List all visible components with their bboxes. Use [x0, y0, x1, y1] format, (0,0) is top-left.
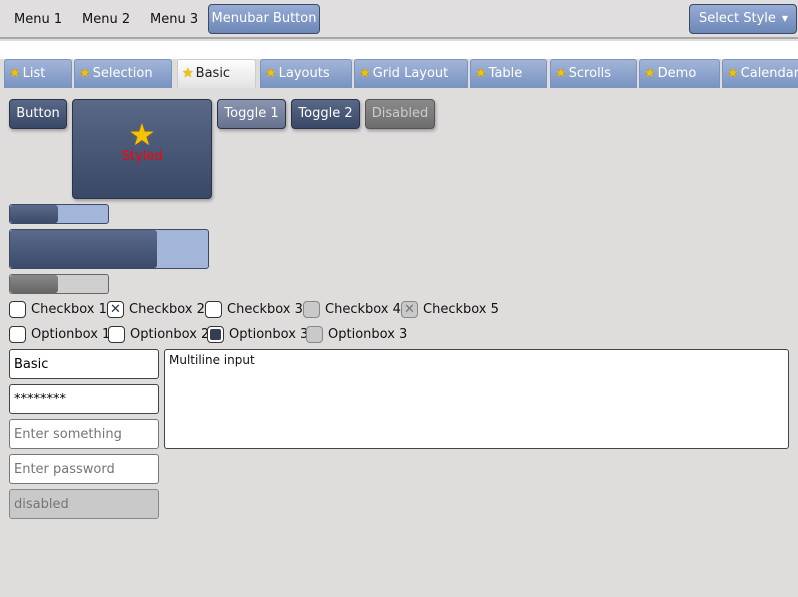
chevron-down-icon: ▼: [781, 14, 788, 23]
option-label: Optionbox 1: [31, 326, 111, 342]
check-x-icon: ✕: [110, 301, 121, 317]
checkbox-box: ✕: [107, 300, 124, 318]
tab-label: List: [22, 66, 46, 81]
tab-layouts[interactable]: ★ Layouts: [260, 59, 352, 88]
styled-button[interactable]: ★ Styled: [72, 99, 212, 199]
checkbox-box: [205, 300, 222, 318]
checkbox-box: [9, 300, 26, 318]
password-placeholder-input[interactable]: [9, 454, 159, 484]
option-label: Optionbox 3: [229, 326, 309, 342]
tab-label: Calendar: [740, 66, 798, 81]
selected-dot-icon: [210, 328, 221, 340]
checkbox-4: Checkbox 4: [303, 299, 401, 319]
select-style-label: Select Style: [699, 11, 776, 26]
star-icon: ★: [79, 66, 91, 81]
tab-table[interactable]: ★ Table: [470, 59, 547, 88]
tab-demo[interactable]: ★ Demo: [639, 59, 720, 88]
tab-calendar[interactable]: ★ Calendar: [722, 59, 798, 88]
progress-bar-disabled: [9, 274, 109, 294]
menu-2[interactable]: Menu 2: [82, 0, 130, 39]
checkbox-1[interactable]: Checkbox 1: [9, 299, 107, 319]
star-icon: ★: [182, 66, 194, 81]
tab-strip-background: [0, 41, 798, 59]
optionbox-2[interactable]: Optionbox 2: [108, 324, 209, 344]
menu-3[interactable]: Menu 3: [150, 0, 198, 39]
optionbox-3[interactable]: Optionbox 3: [207, 324, 308, 344]
toggle-2-button[interactable]: Toggle 2: [291, 99, 360, 129]
checkbox-5: ✕ Checkbox 5: [401, 299, 499, 319]
progress-bar-2: [9, 229, 209, 269]
option-box: [9, 325, 26, 343]
menubar-button[interactable]: Menubar Button: [208, 4, 320, 34]
multiline-input[interactable]: Multiline input: [164, 349, 789, 449]
optionbox-4: Optionbox 3: [306, 324, 407, 344]
styled-label: Styled: [121, 149, 163, 164]
option-box: [207, 325, 224, 343]
checkbox-label: Checkbox 1: [31, 301, 107, 317]
tab-selection[interactable]: ★ Selection: [74, 59, 172, 88]
disabled-button: Disabled: [365, 99, 435, 129]
option-label: Optionbox 3: [328, 326, 408, 342]
option-label: Optionbox 2: [130, 326, 210, 342]
disabled-input: [9, 489, 159, 519]
tab-label: Basic: [195, 66, 231, 81]
button[interactable]: Button: [9, 99, 67, 129]
progress-bar-1: [9, 204, 109, 224]
star-icon: ★: [727, 66, 739, 81]
tab-label: Scrolls: [568, 66, 612, 81]
checkbox-label: Checkbox 4: [325, 301, 401, 317]
star-icon: ★: [644, 66, 656, 81]
select-style-dropdown[interactable]: Select Style ▼: [689, 4, 797, 34]
star-icon: ★: [9, 66, 21, 81]
password-input[interactable]: [9, 384, 159, 414]
tab-label: Demo: [657, 66, 697, 81]
check-x-icon: ✕: [404, 301, 415, 317]
tab-label: Selection: [92, 66, 153, 81]
checkbox-box: [303, 300, 320, 318]
tab-label: Layouts: [278, 66, 330, 81]
checkbox-2[interactable]: ✕ Checkbox 2: [107, 299, 205, 319]
menu-1[interactable]: Menu 1: [14, 0, 62, 39]
optionbox-1[interactable]: Optionbox 1: [9, 324, 110, 344]
something-input[interactable]: [9, 419, 159, 449]
star-icon: ★: [128, 118, 156, 153]
option-box: [108, 325, 125, 343]
checkbox-box: ✕: [401, 300, 418, 318]
checkbox-label: Checkbox 5: [423, 301, 499, 317]
star-icon: ★: [265, 66, 277, 81]
checkbox-label: Checkbox 3: [227, 301, 303, 317]
star-icon: ★: [359, 66, 371, 81]
tab-basic[interactable]: ★ Basic: [177, 59, 256, 88]
tab-scrolls[interactable]: ★ Scrolls: [550, 59, 637, 88]
tab-list[interactable]: ★ List: [4, 59, 72, 88]
star-icon: ★: [475, 66, 487, 81]
tab-grid-layout[interactable]: ★ Grid Layout: [354, 59, 468, 88]
tab-label: Table: [488, 66, 523, 81]
checkbox-3[interactable]: Checkbox 3: [205, 299, 303, 319]
basic-input[interactable]: [9, 349, 159, 379]
toggle-1-button[interactable]: Toggle 1: [217, 99, 286, 129]
tab-label: Grid Layout: [372, 66, 449, 81]
option-box: [306, 325, 323, 343]
star-icon: ★: [555, 66, 567, 81]
checkbox-label: Checkbox 2: [129, 301, 205, 317]
